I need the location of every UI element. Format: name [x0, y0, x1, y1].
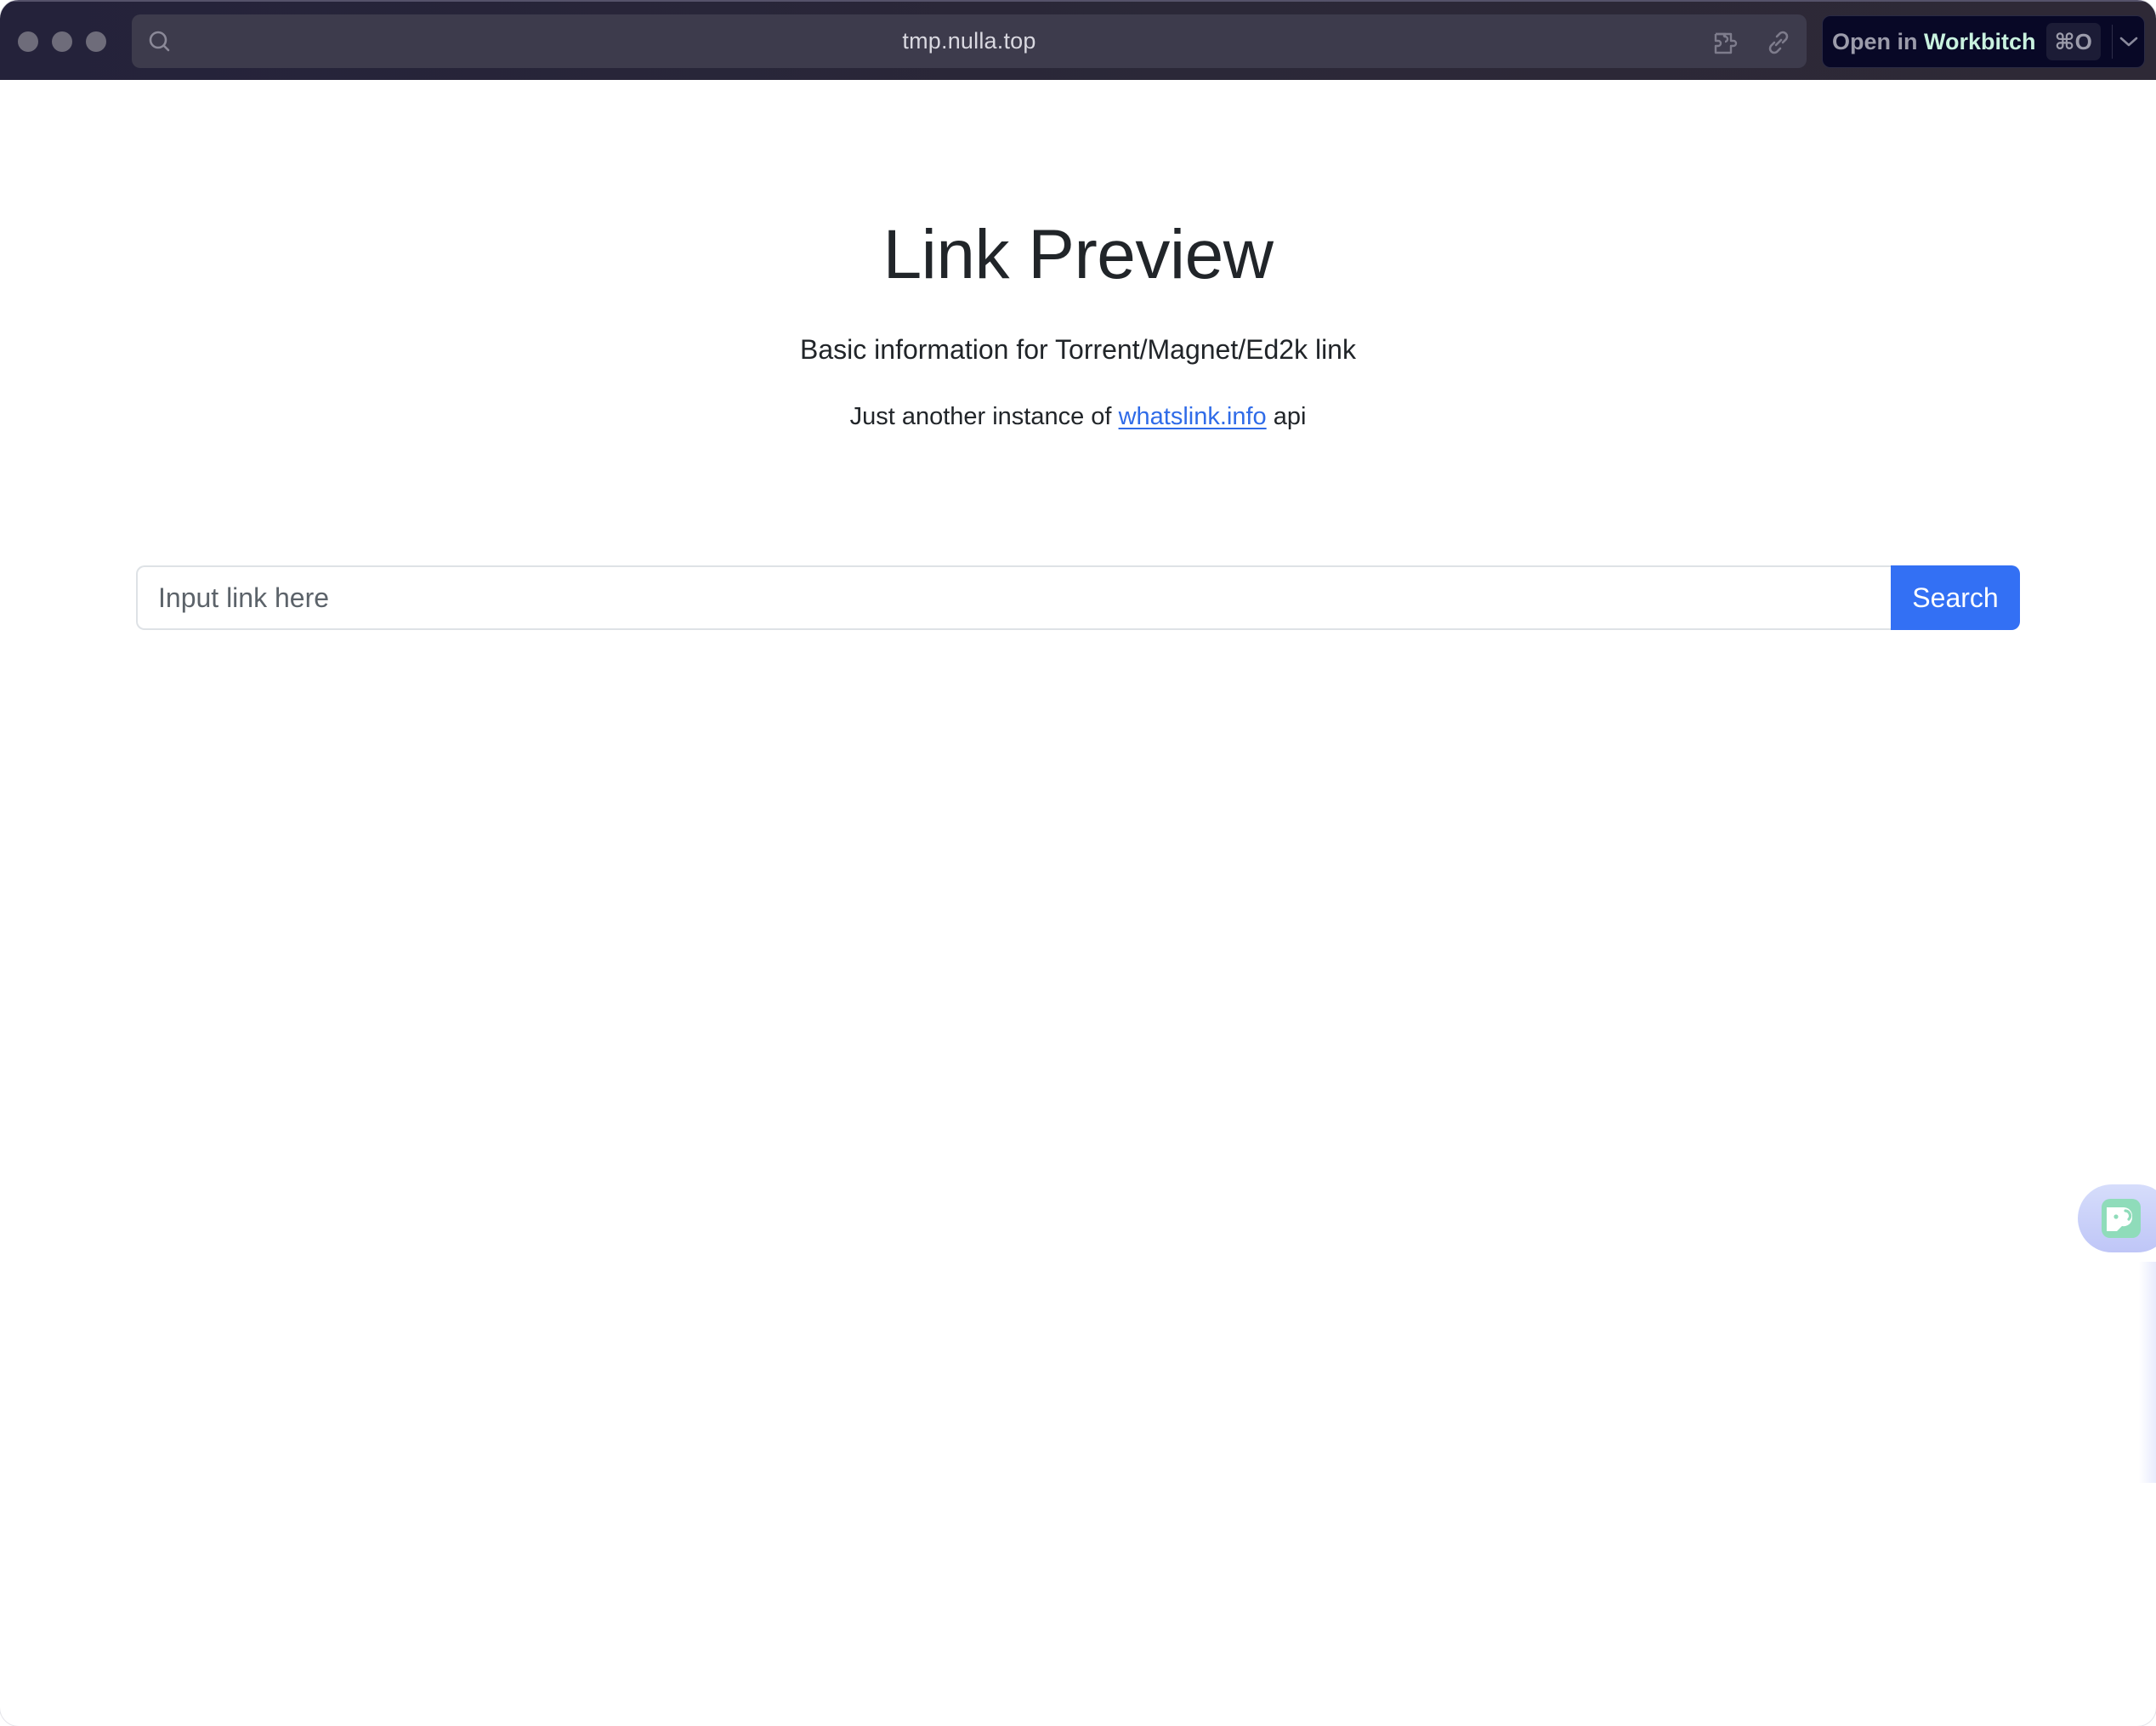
minimize-window-button[interactable]: [52, 31, 72, 52]
puzzle-icon[interactable]: [1711, 28, 1740, 57]
browser-toolbar: tmp.nulla.top Open in Workbitch ⌘O: [0, 0, 2156, 80]
shortcut-badge: ⌘O: [2045, 23, 2101, 60]
close-window-button[interactable]: [18, 31, 38, 52]
search-button[interactable]: Search: [1891, 565, 2020, 630]
floating-assistant-button[interactable]: [2078, 1184, 2156, 1252]
address-bar[interactable]: tmp.nulla.top: [132, 14, 1807, 68]
page-title: Link Preview: [882, 216, 1274, 293]
open-in-label: Open in Workbitch: [1832, 28, 2036, 54]
url-text[interactable]: tmp.nulla.top: [132, 14, 1807, 68]
note-text-after: api: [1266, 403, 1307, 430]
page-subtitle: Basic information for Torrent/Magnet/Ed2…: [800, 334, 1356, 365]
open-in-workbitch-button[interactable]: Open in Workbitch ⌘O: [1822, 15, 2145, 68]
open-in-dropdown[interactable]: [2113, 15, 2144, 68]
page-content: Link Preview Basic information for Torre…: [0, 80, 2156, 1726]
elephant-icon: [2102, 1199, 2141, 1238]
link-input[interactable]: [136, 565, 1891, 630]
link-search-form: Search: [136, 565, 2020, 630]
browser-window: tmp.nulla.top Open in Workbitch ⌘O Link …: [0, 0, 2156, 1726]
maximize-window-button[interactable]: [86, 31, 106, 52]
api-note: Just another instance of whatslink.info …: [0, 400, 2156, 434]
brand-name: Workbitch: [1924, 28, 2036, 54]
chevron-down-icon: [2119, 37, 2137, 47]
whatslink-link[interactable]: whatslink.info: [1119, 403, 1267, 430]
link-icon[interactable]: [1764, 28, 1793, 57]
side-panel-edge: [2139, 1262, 2156, 1483]
note-text-before: Just another instance of: [849, 403, 1119, 430]
